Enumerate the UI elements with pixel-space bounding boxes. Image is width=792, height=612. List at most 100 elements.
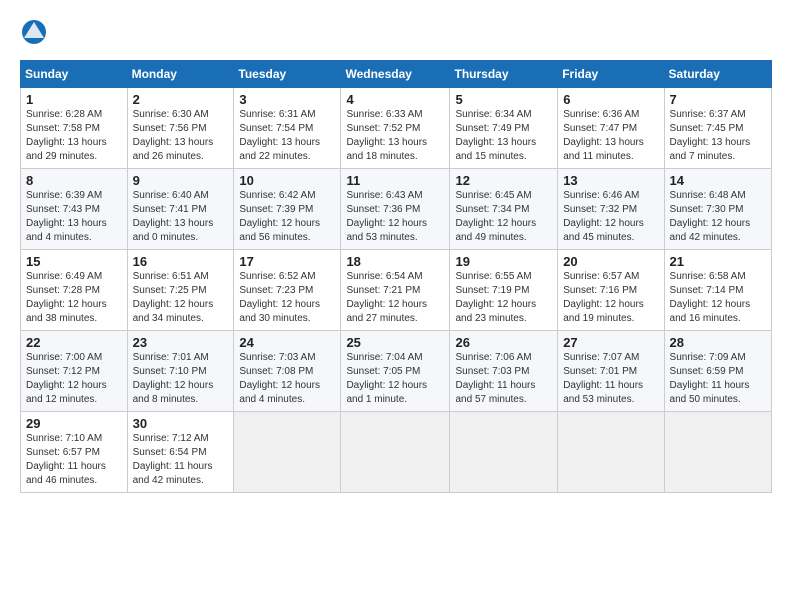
day-number: 26 — [455, 335, 552, 350]
day-number: 2 — [133, 92, 229, 107]
day-info: Sunrise: 6:37 AMSunset: 7:45 PMDaylight:… — [670, 109, 751, 162]
day-info: Sunrise: 7:06 AMSunset: 7:03 PMDaylight:… — [455, 352, 535, 405]
day-number: 27 — [563, 335, 658, 350]
day-info: Sunrise: 6:55 AMSunset: 7:19 PMDaylight:… — [455, 271, 536, 324]
day-number: 25 — [346, 335, 444, 350]
calendar-cell: 1 Sunrise: 6:28 AMSunset: 7:58 PMDaylight… — [21, 88, 128, 169]
day-info: Sunrise: 7:09 AMSunset: 6:59 PMDaylight:… — [670, 352, 750, 405]
calendar-cell: 28 Sunrise: 7:09 AMSunset: 6:59 PMDayligh… — [664, 331, 771, 412]
day-number: 8 — [26, 173, 122, 188]
day-info: Sunrise: 7:00 AMSunset: 7:12 PMDaylight:… — [26, 352, 107, 405]
day-info: Sunrise: 7:04 AMSunset: 7:05 PMDaylight:… — [346, 352, 427, 405]
day-info: Sunrise: 6:36 AMSunset: 7:47 PMDaylight:… — [563, 109, 644, 162]
day-number: 10 — [239, 173, 335, 188]
header — [20, 18, 772, 46]
day-info: Sunrise: 7:01 AMSunset: 7:10 PMDaylight:… — [133, 352, 214, 405]
day-info: Sunrise: 6:30 AMSunset: 7:56 PMDaylight:… — [133, 109, 214, 162]
day-number: 6 — [563, 92, 658, 107]
calendar-cell: 9 Sunrise: 6:40 AMSunset: 7:41 PMDaylight… — [127, 169, 234, 250]
day-number: 1 — [26, 92, 122, 107]
day-number: 21 — [670, 254, 766, 269]
day-info: Sunrise: 6:45 AMSunset: 7:34 PMDaylight:… — [455, 190, 536, 243]
calendar-table: SundayMondayTuesdayWednesdayThursdayFrid… — [20, 60, 772, 493]
calendar-cell: 5Sunrise: 6:34 AMSunset: 7:49 PMDaylight… — [450, 88, 558, 169]
day-info: Sunrise: 6:57 AMSunset: 7:16 PMDaylight:… — [563, 271, 644, 324]
calendar-cell — [341, 412, 450, 493]
col-header-saturday: Saturday — [664, 61, 771, 88]
day-number: 23 — [133, 335, 229, 350]
calendar-cell: 12 Sunrise: 6:45 AMSunset: 7:34 PMDayligh… — [450, 169, 558, 250]
logo-icon — [20, 18, 48, 46]
day-number: 19 — [455, 254, 552, 269]
col-header-friday: Friday — [558, 61, 664, 88]
day-number: 18 — [346, 254, 444, 269]
day-info: Sunrise: 6:48 AMSunset: 7:30 PMDaylight:… — [670, 190, 751, 243]
day-number: 20 — [563, 254, 658, 269]
col-header-thursday: Thursday — [450, 61, 558, 88]
day-number: 12 — [455, 173, 552, 188]
day-number: 17 — [239, 254, 335, 269]
calendar-cell: 10 Sunrise: 6:42 AMSunset: 7:39 PMDayligh… — [234, 169, 341, 250]
calendar-cell: 13 Sunrise: 6:46 AMSunset: 7:32 PMDayligh… — [558, 169, 664, 250]
day-info: Sunrise: 6:49 AMSunset: 7:28 PMDaylight:… — [26, 271, 107, 324]
calendar-cell — [450, 412, 558, 493]
day-number: 15 — [26, 254, 122, 269]
calendar-cell: 7 Sunrise: 6:37 AMSunset: 7:45 PMDaylight… — [664, 88, 771, 169]
calendar-cell: 17 Sunrise: 6:52 AMSunset: 7:23 PMDayligh… — [234, 250, 341, 331]
day-info: Sunrise: 6:31 AMSunset: 7:54 PMDaylight:… — [239, 109, 320, 162]
calendar-cell — [558, 412, 664, 493]
calendar-cell: 18Sunrise: 6:54 AMSunset: 7:21 PMDayligh… — [341, 250, 450, 331]
calendar-cell: 26 Sunrise: 7:06 AMSunset: 7:03 PMDayligh… — [450, 331, 558, 412]
calendar-cell — [234, 412, 341, 493]
calendar-cell: 21Sunrise: 6:58 AMSunset: 7:14 PMDayligh… — [664, 250, 771, 331]
day-number: 16 — [133, 254, 229, 269]
day-number: 24 — [239, 335, 335, 350]
day-info: Sunrise: 7:12 AMSunset: 6:54 PMDaylight:… — [133, 433, 213, 486]
calendar-cell: 27 Sunrise: 7:07 AMSunset: 7:01 PMDayligh… — [558, 331, 664, 412]
day-number: 14 — [670, 173, 766, 188]
calendar-cell: 29 Sunrise: 7:10 AMSunset: 6:57 PMDayligh… — [21, 412, 128, 493]
day-number: 28 — [670, 335, 766, 350]
day-number: 13 — [563, 173, 658, 188]
calendar-cell: 19 Sunrise: 6:55 AMSunset: 7:19 PMDayligh… — [450, 250, 558, 331]
day-number: 4 — [346, 92, 444, 107]
calendar-cell: 6 Sunrise: 6:36 AMSunset: 7:47 PMDaylight… — [558, 88, 664, 169]
day-number: 5 — [455, 92, 552, 107]
day-info: Sunrise: 6:43 AMSunset: 7:36 PMDaylight:… — [346, 190, 427, 243]
logo — [20, 18, 52, 46]
day-number: 30 — [133, 416, 229, 431]
day-number: 7 — [670, 92, 766, 107]
col-header-tuesday: Tuesday — [234, 61, 341, 88]
day-info: Sunrise: 6:46 AMSunset: 7:32 PMDaylight:… — [563, 190, 644, 243]
day-info: Sunrise: 6:52 AMSunset: 7:23 PMDaylight:… — [239, 271, 320, 324]
calendar-cell — [664, 412, 771, 493]
day-info: Sunrise: 7:07 AMSunset: 7:01 PMDaylight:… — [563, 352, 643, 405]
col-header-sunday: Sunday — [21, 61, 128, 88]
calendar-cell: 16 Sunrise: 6:51 AMSunset: 7:25 PMDayligh… — [127, 250, 234, 331]
calendar-cell: 20 Sunrise: 6:57 AMSunset: 7:16 PMDayligh… — [558, 250, 664, 331]
day-info: Sunrise: 6:39 AMSunset: 7:43 PMDaylight:… — [26, 190, 107, 243]
calendar-cell: 3 Sunrise: 6:31 AMSunset: 7:54 PMDaylight… — [234, 88, 341, 169]
col-header-monday: Monday — [127, 61, 234, 88]
calendar-cell: 22Sunrise: 7:00 AMSunset: 7:12 PMDayligh… — [21, 331, 128, 412]
calendar-cell: 14 Sunrise: 6:48 AMSunset: 7:30 PMDayligh… — [664, 169, 771, 250]
day-number: 11 — [346, 173, 444, 188]
calendar-cell: 4 Sunrise: 6:33 AMSunset: 7:52 PMDaylight… — [341, 88, 450, 169]
day-info: Sunrise: 6:28 AMSunset: 7:58 PMDaylight:… — [26, 109, 107, 162]
calendar-cell: 15 Sunrise: 6:49 AMSunset: 7:28 PMDayligh… — [21, 250, 128, 331]
calendar-cell: 2 Sunrise: 6:30 AMSunset: 7:56 PMDaylight… — [127, 88, 234, 169]
col-header-wednesday: Wednesday — [341, 61, 450, 88]
calendar-cell: 8 Sunrise: 6:39 AMSunset: 7:43 PMDaylight… — [21, 169, 128, 250]
day-number: 3 — [239, 92, 335, 107]
calendar-cell: 25 Sunrise: 7:04 AMSunset: 7:05 PMDayligh… — [341, 331, 450, 412]
day-info: Sunrise: 7:10 AMSunset: 6:57 PMDaylight:… — [26, 433, 106, 486]
calendar-cell: 30 Sunrise: 7:12 AMSunset: 6:54 PMDayligh… — [127, 412, 234, 493]
day-info: Sunrise: 6:33 AMSunset: 7:52 PMDaylight:… — [346, 109, 427, 162]
day-info: Sunrise: 6:40 AMSunset: 7:41 PMDaylight:… — [133, 190, 214, 243]
calendar-cell: 11 Sunrise: 6:43 AMSunset: 7:36 PMDayligh… — [341, 169, 450, 250]
day-number: 9 — [133, 173, 229, 188]
calendar-cell: 23 Sunrise: 7:01 AMSunset: 7:10 PMDayligh… — [127, 331, 234, 412]
day-number: 29 — [26, 416, 122, 431]
day-info: Sunrise: 6:42 AMSunset: 7:39 PMDaylight:… — [239, 190, 320, 243]
day-info: Sunrise: 6:51 AMSunset: 7:25 PMDaylight:… — [133, 271, 214, 324]
